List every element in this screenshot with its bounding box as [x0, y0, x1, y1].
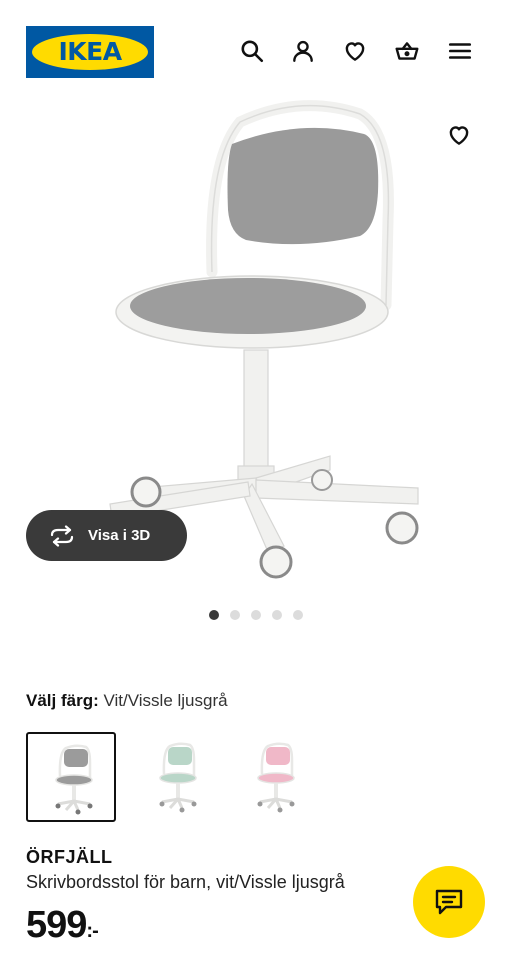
product-description: Skrivbordsstol för barn, vit/Vissle ljus…: [26, 872, 345, 892]
carousel-dot[interactable]: [272, 610, 282, 620]
color-swatch-grey[interactable]: [26, 732, 116, 822]
menu-icon[interactable]: [445, 36, 475, 66]
view-in-3d-label: Visa i 3D: [88, 527, 151, 544]
basket-icon[interactable]: [392, 36, 422, 66]
chat-icon: [435, 889, 463, 915]
header: IKEA: [0, 0, 512, 100]
color-swatch-pink[interactable]: [230, 732, 320, 822]
swatch-chair-image: [55, 744, 93, 815]
view-in-3d-button[interactable]: Visa i 3D: [26, 510, 187, 561]
rotate-3d-icon: [50, 524, 74, 547]
carousel-dot[interactable]: [293, 610, 303, 620]
carousel-dot[interactable]: [251, 610, 261, 620]
color-label: Välj färg:: [26, 691, 99, 710]
color-swatch-green[interactable]: [132, 732, 222, 822]
price-suffix: :-: [86, 920, 98, 942]
swatch-chair-image: [257, 742, 295, 813]
carousel-dot[interactable]: [230, 610, 240, 620]
selected-color-value: Vit/Vissle ljusgrå: [103, 691, 228, 710]
color-selection-label: Välj färg: Vit/Vissle ljusgrå: [26, 691, 228, 711]
search-icon[interactable]: [237, 36, 267, 66]
add-to-favorites-button[interactable]: [437, 113, 481, 157]
ikea-logo[interactable]: IKEA: [26, 26, 154, 78]
logo-text: IKEA: [58, 37, 122, 66]
user-icon[interactable]: [288, 36, 318, 66]
price-value: 599: [26, 904, 87, 946]
product-price: 599:-: [26, 904, 99, 947]
product-name: ÖRFJÄLL: [26, 847, 113, 867]
heart-icon: [449, 126, 469, 145]
chat-button[interactable]: [413, 866, 485, 938]
carousel-indicator: [0, 610, 512, 622]
swatch-chair-image: [159, 742, 197, 813]
heart-icon[interactable]: [340, 36, 370, 66]
product-gallery[interactable]: Visa i 3D: [0, 100, 512, 592]
carousel-dot[interactable]: [209, 610, 219, 620]
